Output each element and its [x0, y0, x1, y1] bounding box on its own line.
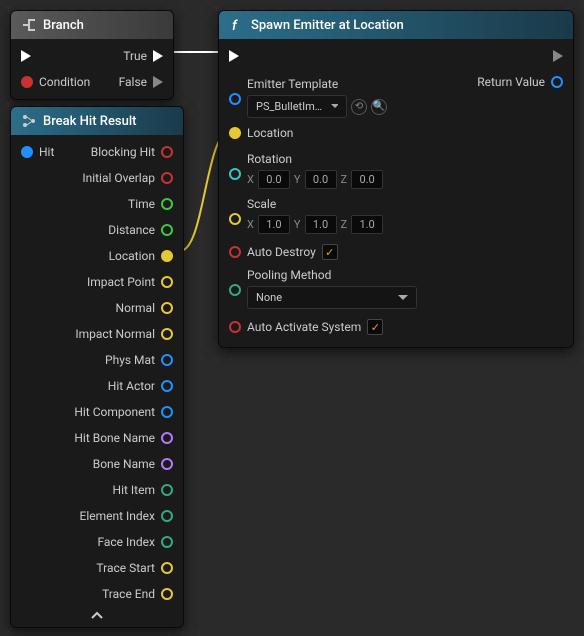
- break-hit-in[interactable]: Hit: [21, 145, 54, 159]
- branch-condition-in[interactable]: Condition: [21, 75, 90, 89]
- object-pin-icon: [161, 380, 173, 392]
- function-icon: f: [229, 17, 245, 33]
- spawn-exec-out[interactable]: [553, 50, 563, 62]
- branch-true-out[interactable]: True: [123, 49, 163, 63]
- break-struct-icon: [21, 113, 37, 129]
- branch-exec-in[interactable]: [21, 50, 31, 62]
- svg-text:f: f: [232, 18, 238, 33]
- rotation-y-input[interactable]: [305, 170, 337, 189]
- scale-y-input[interactable]: [305, 215, 337, 234]
- vector-pin-icon: [229, 127, 241, 139]
- bool-pin-icon: [161, 146, 173, 158]
- break-out-initial-overlap[interactable]: Initial Overlap: [82, 171, 173, 185]
- chevron-up-icon: [91, 611, 103, 619]
- break-out-normal[interactable]: Normal: [116, 301, 173, 315]
- spawn-return-out[interactable]: Return Value: [477, 75, 563, 89]
- enum-pin-icon[interactable]: [229, 284, 241, 296]
- vector-pin-icon: [161, 562, 173, 574]
- break-hit-result-node[interactable]: Break Hit Result Hit Blocking Hit Initia…: [10, 106, 184, 628]
- emitter-template-label: Emitter Template: [247, 75, 387, 95]
- vector-pin-icon: [161, 302, 173, 314]
- object-pin-icon: [161, 406, 173, 418]
- bool-pin-icon: [229, 321, 241, 333]
- rotation-label: Rotation: [247, 150, 383, 170]
- break-out-bone-name[interactable]: Bone Name: [93, 457, 173, 471]
- pooling-method-label: Pooling Method: [247, 266, 417, 286]
- auto-destroy-in[interactable]: Auto Destroy: [229, 244, 338, 260]
- break-out-distance[interactable]: Distance: [108, 223, 173, 237]
- break-header: Break Hit Result: [11, 107, 183, 135]
- float-pin-icon: [161, 224, 173, 236]
- browse-button[interactable]: 🔍: [371, 99, 387, 115]
- break-out-location[interactable]: Location: [109, 249, 173, 263]
- break-out-time[interactable]: Time: [128, 197, 173, 211]
- auto-activate-in[interactable]: Auto Activate System: [229, 319, 383, 335]
- branch-header: Branch: [11, 11, 173, 39]
- vector-pin-icon: [161, 588, 173, 600]
- float-pin-icon: [161, 198, 173, 210]
- break-out-hit-actor[interactable]: Hit Actor: [108, 379, 173, 393]
- rotation-x-input[interactable]: [258, 170, 290, 189]
- object-pin-icon[interactable]: [229, 93, 241, 105]
- break-out-hit-bone-name[interactable]: Hit Bone Name: [74, 431, 173, 445]
- break-out-element-index[interactable]: Element Index: [80, 509, 174, 523]
- spawn-title: Spawn Emitter at Location: [251, 18, 404, 33]
- scale-x-input[interactable]: [258, 215, 290, 234]
- object-pin-icon: [161, 354, 173, 366]
- name-pin-icon: [161, 458, 173, 470]
- pooling-method-dropdown[interactable]: None: [247, 286, 417, 309]
- auto-destroy-checkbox[interactable]: [322, 244, 338, 260]
- object-pin-icon: [551, 76, 563, 88]
- break-out-impact-normal[interactable]: Impact Normal: [75, 327, 173, 341]
- auto-activate-checkbox[interactable]: [367, 319, 383, 335]
- branch-icon: [21, 17, 37, 33]
- int-pin-icon: [161, 484, 173, 496]
- emitter-template-dropdown[interactable]: PS_BulletImpac: [247, 95, 347, 118]
- rotator-pin-icon[interactable]: [229, 168, 241, 180]
- bool-pin-icon: [161, 172, 173, 184]
- break-out-impact-point[interactable]: Impact Point: [87, 275, 173, 289]
- break-out-trace-start[interactable]: Trace Start: [96, 561, 173, 575]
- collapse-pins-button[interactable]: [11, 607, 183, 623]
- chevron-down-icon: [398, 295, 408, 301]
- int-pin-icon: [161, 510, 173, 522]
- spawn-emitter-node[interactable]: f Spawn Emitter at Location Emitter Temp…: [218, 10, 574, 348]
- vector-pin-icon: [161, 328, 173, 340]
- break-out-hit-item[interactable]: Hit Item: [113, 483, 173, 497]
- break-out-face-index[interactable]: Face Index: [97, 535, 173, 549]
- rotation-z-input[interactable]: [351, 170, 383, 189]
- branch-node[interactable]: Branch True Condition False: [10, 10, 174, 100]
- bool-pin-icon: [21, 76, 33, 88]
- chevron-down-icon: [331, 104, 338, 109]
- spawn-exec-in[interactable]: [229, 50, 239, 62]
- break-out-trace-end[interactable]: Trace End: [102, 587, 173, 601]
- vector-pin-icon: [161, 250, 173, 262]
- vector-pin-icon[interactable]: [229, 213, 241, 225]
- branch-false-out[interactable]: False: [119, 75, 163, 89]
- struct-pin-icon: [21, 146, 33, 158]
- break-body: Hit Blocking Hit Initial Overlap Time Di…: [11, 135, 183, 627]
- break-out-blocking-hit[interactable]: Blocking Hit: [91, 145, 173, 159]
- break-title: Break Hit Result: [43, 114, 136, 129]
- name-pin-icon: [161, 432, 173, 444]
- spawn-location-in[interactable]: Location: [229, 126, 293, 140]
- reset-button[interactable]: ⟲: [351, 99, 367, 115]
- scale-label: Scale: [247, 195, 383, 215]
- vector-pin-icon: [161, 276, 173, 288]
- break-out-hit-component[interactable]: Hit Component: [74, 405, 173, 419]
- int-pin-icon: [161, 536, 173, 548]
- break-out-phys-mat[interactable]: Phys Mat: [105, 353, 173, 367]
- spawn-header: f Spawn Emitter at Location: [219, 11, 573, 39]
- bool-pin-icon: [229, 246, 241, 258]
- scale-z-input[interactable]: [351, 215, 383, 234]
- branch-title: Branch: [43, 18, 84, 33]
